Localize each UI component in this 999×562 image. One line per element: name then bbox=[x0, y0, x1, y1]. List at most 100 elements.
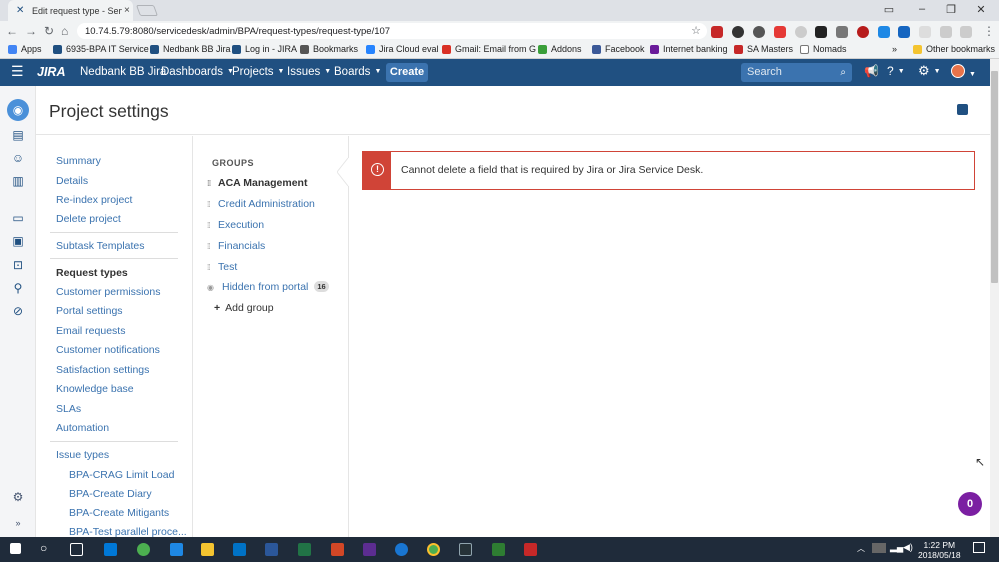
volume-icon[interactable]: ◀) bbox=[903, 542, 913, 553]
issue-type-item[interactable]: BPA-CRAG Limit Load bbox=[69, 469, 174, 481]
nav-issues[interactable]: Issues ▼ bbox=[287, 66, 331, 78]
system-clock[interactable]: 1:22 PM 2018/05/18 bbox=[918, 540, 961, 560]
word-icon[interactable] bbox=[265, 543, 278, 556]
extension-icon[interactable] bbox=[753, 26, 765, 38]
gear-icon[interactable]: ⚙ ▼ bbox=[918, 63, 941, 79]
bookmark-folder[interactable]: Other bookmarks bbox=[913, 44, 995, 54]
add-group-button[interactable]: + Add group bbox=[214, 302, 274, 314]
search-icon[interactable]: ○ bbox=[40, 541, 53, 555]
raise-request-icon[interactable]: ▣ bbox=[11, 234, 25, 248]
issue-type-item[interactable]: BPA-Create Diary bbox=[69, 488, 152, 500]
extension-icon[interactable] bbox=[836, 26, 848, 38]
tray-chevron-icon[interactable]: ︿ bbox=[857, 543, 865, 554]
close-window-icon[interactable]: ✕ bbox=[974, 3, 988, 16]
feedback-icon[interactable] bbox=[957, 104, 968, 115]
extension-icon[interactable] bbox=[711, 26, 723, 38]
issue-type-item[interactable]: BPA-Create Mitigants bbox=[69, 507, 169, 519]
knowledge-icon[interactable]: ▭ bbox=[11, 211, 25, 225]
bookmark-item[interactable]: Facebook bbox=[592, 44, 645, 54]
nav-boards[interactable]: Boards ▼ bbox=[334, 66, 381, 78]
profile-icon[interactable]: ▭ bbox=[882, 3, 896, 16]
settings-nav-summary[interactable]: Summary bbox=[56, 155, 101, 167]
group-item[interactable]: ⁞⁞ Test bbox=[207, 261, 237, 273]
app-switcher-icon[interactable]: ☰ bbox=[11, 63, 24, 80]
tray-icon[interactable] bbox=[872, 543, 886, 553]
windows-start-icon[interactable] bbox=[10, 543, 21, 554]
extension-icon[interactable] bbox=[774, 26, 786, 38]
app-icon[interactable] bbox=[137, 543, 150, 556]
bookmark-item[interactable]: Nomads bbox=[800, 44, 847, 54]
drag-handle-icon[interactable]: ⁞⁞ bbox=[207, 221, 213, 230]
app-icon[interactable] bbox=[104, 543, 117, 556]
settings-nav-item[interactable]: Automation bbox=[56, 422, 109, 434]
forward-icon[interactable]: → bbox=[25, 24, 37, 38]
bookmark-apps[interactable]: Apps bbox=[8, 44, 42, 54]
reports-icon[interactable]: ▥ bbox=[11, 174, 25, 188]
edge-icon[interactable] bbox=[395, 543, 408, 556]
back-icon[interactable]: ← bbox=[6, 24, 18, 38]
action-center-icon[interactable] bbox=[973, 542, 985, 553]
chrome-menu-icon[interactable]: ⋮ bbox=[983, 24, 995, 38]
file-explorer-icon[interactable] bbox=[201, 543, 214, 556]
new-tab-button[interactable] bbox=[135, 5, 159, 16]
bookmark-item[interactable]: Internet banking bbox=[650, 44, 728, 54]
network-icon[interactable]: ▂▄ bbox=[890, 542, 903, 553]
outlook-icon[interactable] bbox=[233, 543, 246, 556]
bookmark-item[interactable]: Jira Cloud eval bbox=[366, 44, 439, 54]
queues-icon[interactable]: ▤ bbox=[11, 128, 25, 142]
extension-icon[interactable] bbox=[878, 26, 890, 38]
settings-nav-item[interactable]: Customer notifications bbox=[56, 344, 160, 356]
app-icon[interactable] bbox=[524, 543, 537, 556]
nav-projects[interactable]: Projects ▼ bbox=[232, 66, 284, 78]
help-bubble[interactable]: 0 bbox=[958, 492, 982, 516]
bookmark-item[interactable]: Log in - JIRA bbox=[232, 44, 297, 54]
extension-icon[interactable] bbox=[815, 26, 827, 38]
settings-nav-item[interactable]: Portal settings bbox=[56, 305, 123, 317]
group-item-aca-management[interactable]: ⁞⁞ ACA Management bbox=[207, 177, 307, 189]
app-icon[interactable] bbox=[459, 543, 472, 556]
extension-icon[interactable] bbox=[898, 26, 910, 38]
tools-icon[interactable]: ⊘ bbox=[11, 304, 25, 318]
settings-nav-item[interactable]: Customer permissions bbox=[56, 286, 160, 298]
site-name[interactable]: Nedbank BB Jira bbox=[80, 66, 166, 78]
help-icon[interactable]: ? ▼ bbox=[887, 64, 905, 78]
drag-handle-icon[interactable]: ⁞⁞ bbox=[207, 200, 213, 209]
settings-nav-issue-types[interactable]: Issue types bbox=[56, 449, 109, 461]
extension-icon[interactable] bbox=[940, 26, 952, 38]
expand-sidebar-icon[interactable]: » bbox=[11, 516, 25, 530]
settings-nav-item[interactable]: SLAs bbox=[56, 403, 81, 415]
settings-nav-delete[interactable]: Delete project bbox=[56, 213, 121, 225]
settings-nav-item[interactable]: Knowledge base bbox=[56, 383, 134, 395]
reload-icon[interactable]: ↻ bbox=[44, 24, 54, 38]
extension-icon[interactable] bbox=[960, 26, 972, 38]
extension-icon[interactable] bbox=[732, 26, 744, 38]
drag-handle-icon[interactable]: ⁞⁞ bbox=[207, 179, 213, 188]
bookmark-item[interactable]: 6935-BPA IT Service bbox=[53, 44, 149, 54]
settings-nav-subtask-templates[interactable]: Subtask Templates bbox=[56, 240, 145, 252]
extension-icon[interactable] bbox=[919, 26, 931, 38]
bookmark-star-icon[interactable]: ☆ bbox=[691, 24, 701, 37]
settings-nav-item[interactable]: Email requests bbox=[56, 325, 125, 337]
bookmark-item[interactable]: Nedbank BB Jira bbox=[150, 44, 231, 54]
bookmark-item[interactable]: Addons bbox=[538, 44, 582, 54]
channels-icon[interactable]: ⊡ bbox=[11, 258, 25, 272]
avatar[interactable]: ▼ bbox=[951, 64, 976, 81]
settings-nav-reindex[interactable]: Re-index project bbox=[56, 194, 132, 206]
settings-nav-item[interactable]: Satisfaction settings bbox=[56, 364, 149, 376]
powerpoint-icon[interactable] bbox=[331, 543, 344, 556]
drag-handle-icon[interactable]: ⁞⁞ bbox=[207, 242, 213, 251]
task-view-icon[interactable] bbox=[70, 543, 83, 556]
project-avatar-icon[interactable]: ◉ bbox=[7, 99, 29, 121]
jira-logo[interactable]: JIRA bbox=[37, 65, 65, 79]
ie-icon[interactable] bbox=[170, 543, 183, 556]
settings-nav-details[interactable]: Details bbox=[56, 175, 88, 187]
group-item[interactable]: ⁞⁞ Financials bbox=[207, 240, 265, 252]
scrollbar-thumb[interactable] bbox=[991, 71, 998, 283]
search-input[interactable]: Search ⌕ bbox=[741, 63, 852, 82]
settings-nav-request-types[interactable]: Request types bbox=[56, 267, 128, 279]
minimize-icon[interactable]: – bbox=[915, 3, 929, 15]
maximize-icon[interactable]: ❐ bbox=[944, 3, 958, 16]
create-button[interactable]: Create bbox=[386, 63, 428, 82]
drag-handle-icon[interactable]: ⁞⁞ bbox=[207, 263, 213, 272]
chrome-icon[interactable] bbox=[427, 543, 440, 556]
